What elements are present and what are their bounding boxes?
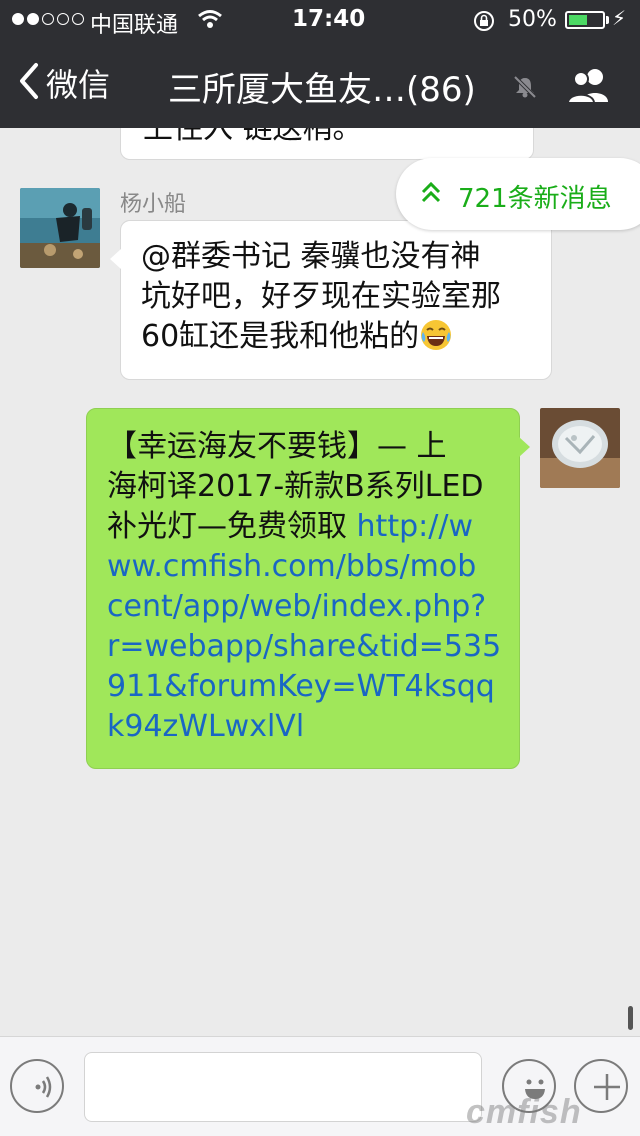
outgoing-message-bubble[interactable]: 【幸运海友不要钱】— 上 海柯译2017-新款B系列LED 补光灯—免费领取 h…	[86, 408, 530, 769]
scrollbar[interactable]	[628, 1006, 633, 1030]
new-messages-button[interactable]: 721条新消息	[396, 158, 640, 230]
sender-avatar[interactable]	[20, 188, 100, 268]
wifi-icon	[197, 9, 223, 35]
carrier-name: 中国联通	[90, 13, 179, 38]
signal-strength-icon	[12, 13, 84, 25]
top-bar: 中国联通 17:40 50% ⚡ 微信 三所厦大鱼友…(86)	[0, 0, 640, 128]
group-members-icon[interactable]	[566, 66, 614, 110]
plus-icon	[594, 1074, 620, 1100]
incoming-message-bubble[interactable]: @群委书记 秦骥也没有神 坑好吧，好歹现在实验室那 60缸还是我和他粘的	[110, 220, 552, 380]
status-bar: 中国联通 17:40 50% ⚡	[0, 0, 640, 40]
message-line: 坑好吧，好歹现在实验室那	[141, 279, 501, 314]
back-label: 微信	[46, 66, 111, 104]
double-chevron-up-icon	[420, 180, 442, 213]
message-link[interactable]: cent/app/web/index.php?	[107, 587, 499, 627]
message-line: 补光灯—免费领取	[107, 509, 357, 544]
battery-icon	[565, 11, 605, 29]
battery-percent: 50%	[508, 7, 557, 32]
voice-button[interactable]	[10, 1059, 64, 1113]
message-line: @群委书记 秦骥也没有神	[141, 239, 481, 274]
mute-bell-icon	[512, 74, 538, 104]
message-input[interactable]	[84, 1052, 482, 1122]
back-button[interactable]: 微信	[18, 60, 110, 106]
previous-message-text: 上住入 链送稍。	[143, 128, 363, 146]
input-bar: cmfish	[0, 1036, 640, 1136]
message-line: 60缸还是我和他粘的	[141, 319, 420, 354]
message-link[interactable]: ww.cmfish.com/bbs/mob	[107, 547, 499, 587]
navigation-bar: 微信 三所厦大鱼友…(86)	[0, 40, 640, 128]
battery-nub	[606, 16, 609, 24]
back-chevron-icon	[18, 62, 40, 104]
site-watermark: cmfish	[466, 1093, 582, 1131]
chat-area[interactable]: 上住入 链送稍。 杨小船 @群委书记 秦骥也没有神 坑好吧，好歹现在实验室那 6…	[0, 128, 640, 1036]
message-link[interactable]: k94zWLwxlVl	[107, 707, 499, 747]
message-link[interactable]: http://w	[357, 509, 473, 544]
bubble-tail	[519, 437, 530, 457]
rotation-lock-icon	[472, 9, 496, 39]
more-button[interactable]	[574, 1059, 628, 1113]
charging-icon: ⚡	[612, 6, 627, 30]
chat-title: 三所厦大鱼友…(86)	[168, 70, 476, 110]
my-avatar[interactable]	[540, 408, 620, 488]
message-link[interactable]: r=webapp/share&tid=535	[107, 627, 501, 667]
tears-of-joy-emoji-icon	[419, 318, 453, 363]
bubble-tail	[110, 249, 121, 269]
clock: 17:40	[292, 6, 366, 32]
previous-message-bubble[interactable]: 上住入 链送稍。	[120, 128, 534, 160]
sender-name: 杨小船	[120, 192, 187, 217]
message-line: 【幸运海友不要钱】— 上	[107, 429, 447, 464]
new-messages-count: 721条新消息	[458, 184, 612, 214]
message-link[interactable]: 911&forumKey=WT4ksqq	[107, 667, 499, 707]
voice-icon	[35, 1076, 52, 1098]
message-line: 海柯译2017-新款B系列LED	[107, 469, 484, 504]
